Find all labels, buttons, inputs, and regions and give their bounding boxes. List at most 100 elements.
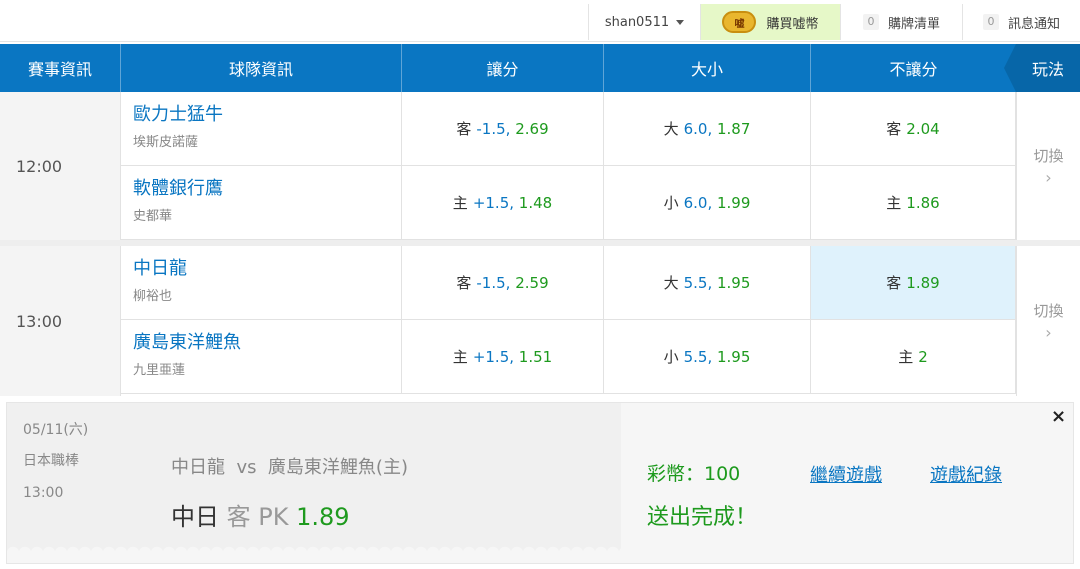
- pitcher-name: 九里亜蓮: [133, 363, 186, 378]
- top-bar: shan0511 嘘 購買嘘幣 0 購牌清單 0 訊息通知: [0, 0, 1080, 42]
- ticket-league: 日本職棒: [23, 453, 79, 469]
- bet-confirmation-panel: 05/11(六) 日本職棒 13:00 中日龍 vs 廣島東洋鯉魚(主) 中日 …: [6, 402, 1074, 564]
- handicap-odds-cell[interactable]: 客 -1.5, 2.69: [402, 92, 604, 166]
- pitcher-name: 埃斯皮諾薩: [133, 135, 199, 150]
- cart-label: 購牌清單: [887, 16, 940, 32]
- team-info: 軟體銀行鷹 史都華: [121, 166, 402, 240]
- team-info: 歐力士猛牛 埃斯皮諾薩: [121, 92, 402, 166]
- header-team: 球隊資訊: [121, 44, 402, 92]
- ticket-bet: 中日 客 PK 1.89: [171, 497, 350, 532]
- header-moneyline: 不讓分: [889, 60, 938, 79]
- handicap-odds: 1.48: [518, 193, 553, 212]
- handicap-odds-cell[interactable]: 主 +1.5, 1.48: [402, 166, 604, 240]
- chevron-right-icon: ›: [1045, 168, 1052, 187]
- switch-label: 切換: [1033, 302, 1064, 320]
- moneyline-odds-cell[interactable]: 主 1.86: [811, 166, 1016, 240]
- notch-decoration: [1004, 44, 1016, 92]
- overunder-odds: 1.87: [717, 119, 751, 138]
- overunder-odds-cell[interactable]: 大 5.5, 1.95: [604, 246, 811, 320]
- overunder-odds: 1.99: [717, 193, 751, 212]
- match-row: 12:00 歐力士猛牛 埃斯皮諾薩 客 -1.5, 2.69 大 6.0, 1.…: [0, 92, 1080, 240]
- moneyline-side: 主: [898, 348, 914, 366]
- game-history-link[interactable]: 遊戲紀錄: [930, 461, 1002, 487]
- overunder-side: 小: [663, 194, 679, 212]
- pitcher-name: 史都華: [133, 209, 173, 224]
- header-play-type[interactable]: 玩法: [1004, 44, 1080, 92]
- moneyline-side: 客: [886, 120, 902, 138]
- notification-count-badge: 0: [982, 14, 999, 30]
- continue-game-link[interactable]: 繼續遊戲: [810, 461, 882, 487]
- overunder-line: 5.5,: [683, 347, 713, 366]
- handicap-side: 客: [456, 120, 472, 138]
- handicap-side: 客: [456, 274, 472, 292]
- moneyline-odds: 2: [918, 347, 928, 366]
- match-time: 13:00: [0, 246, 121, 396]
- close-icon[interactable]: ×: [1051, 406, 1066, 427]
- overunder-odds: 1.95: [717, 347, 751, 366]
- header-event: 賽事資訊: [0, 44, 121, 92]
- team-info: 中日龍 柳裕也: [121, 246, 402, 320]
- handicap-line: -1.5,: [476, 273, 511, 292]
- handicap-odds: 2.59: [515, 273, 549, 292]
- notification-label: 訊息通知: [1007, 16, 1060, 32]
- moneyline-odds-cell-selected[interactable]: 客 1.89: [811, 246, 1016, 320]
- overunder-side: 大: [663, 274, 679, 292]
- overunder-line: 5.5,: [683, 273, 713, 292]
- handicap-odds-cell[interactable]: 客 -1.5, 2.59: [402, 246, 604, 320]
- pitcher-name: 柳裕也: [133, 289, 173, 304]
- handicap-line: +1.5,: [472, 193, 515, 212]
- buy-coin-button[interactable]: 嘘 購買嘘幣: [700, 4, 840, 40]
- overunder-line: 6.0,: [683, 193, 713, 212]
- user-menu[interactable]: shan0511: [588, 4, 700, 40]
- bet-side: 客 PK: [226, 503, 289, 531]
- chevron-right-icon: ›: [1045, 323, 1052, 342]
- match-row: 13:00 中日龍 柳裕也 客 -1.5, 2.59 大 5.5, 1.95 客…: [0, 246, 1080, 396]
- header-overunder: 大小: [604, 44, 811, 92]
- moneyline-odds: 1.86: [906, 193, 940, 212]
- team-name: 軟體銀行鷹: [133, 178, 223, 199]
- chevron-down-icon: [676, 19, 685, 25]
- odds-table-header: 賽事資訊 球隊資訊 讓分 大小 不讓分 玩法: [0, 44, 1080, 92]
- moneyline-odds-cell[interactable]: 主 2: [811, 320, 1016, 394]
- bet-team: 中日: [171, 503, 219, 531]
- moneyline-odds: 1.89: [906, 273, 940, 292]
- header-handicap: 讓分: [402, 44, 604, 92]
- handicap-odds-cell[interactable]: 主 +1.5, 1.51: [402, 320, 604, 394]
- ticket-time: 13:00: [23, 485, 64, 501]
- team-name: 歐力士猛牛: [133, 104, 223, 125]
- submit-status: 送出完成！: [647, 505, 758, 530]
- handicap-odds: 2.69: [515, 119, 549, 138]
- team-name: 中日龍: [133, 258, 187, 279]
- overunder-odds-cell[interactable]: 小 6.0, 1.99: [604, 166, 811, 240]
- overunder-side: 大: [663, 120, 679, 138]
- match-time: 12:00: [0, 92, 121, 240]
- bet-odds: 1.89: [296, 503, 350, 531]
- handicap-side: 主: [452, 194, 468, 212]
- handicap-line: +1.5,: [472, 347, 515, 366]
- overunder-odds: 1.95: [717, 273, 751, 292]
- ticket-date: 05/11(六): [23, 422, 89, 438]
- cart-button[interactable]: 0 購牌清單: [840, 4, 962, 40]
- overunder-odds-cell[interactable]: 小 5.5, 1.95: [604, 320, 811, 394]
- ticket-edge-decoration: [7, 541, 621, 553]
- team-info: 廣島東洋鯉魚 九里亜蓮: [121, 320, 402, 394]
- overunder-line: 6.0,: [683, 119, 713, 138]
- header-play-label: 玩法: [1031, 60, 1064, 79]
- moneyline-side: 主: [886, 194, 902, 212]
- buy-coin-label: 購買嘘幣: [766, 16, 819, 32]
- cart-count-badge: 0: [862, 14, 879, 30]
- handicap-odds: 1.51: [518, 347, 553, 366]
- team-name: 廣島東洋鯉魚: [133, 332, 241, 353]
- switch-play-button[interactable]: 切換 ›: [1016, 246, 1080, 396]
- handicap-line: -1.5,: [476, 119, 511, 138]
- moneyline-side: 客: [886, 274, 902, 292]
- overunder-odds-cell[interactable]: 大 6.0, 1.87: [604, 92, 811, 166]
- overunder-side: 小: [663, 348, 679, 366]
- switch-label: 切換: [1033, 147, 1064, 165]
- username: shan0511: [604, 14, 670, 30]
- moneyline-odds: 2.04: [906, 119, 940, 138]
- ticket-matchup: 中日龍 vs 廣島東洋鯉魚(主): [171, 457, 408, 478]
- switch-play-button[interactable]: 切換 ›: [1016, 92, 1080, 240]
- moneyline-odds-cell[interactable]: 客 2.04: [811, 92, 1016, 166]
- notification-button[interactable]: 0 訊息通知: [962, 4, 1080, 40]
